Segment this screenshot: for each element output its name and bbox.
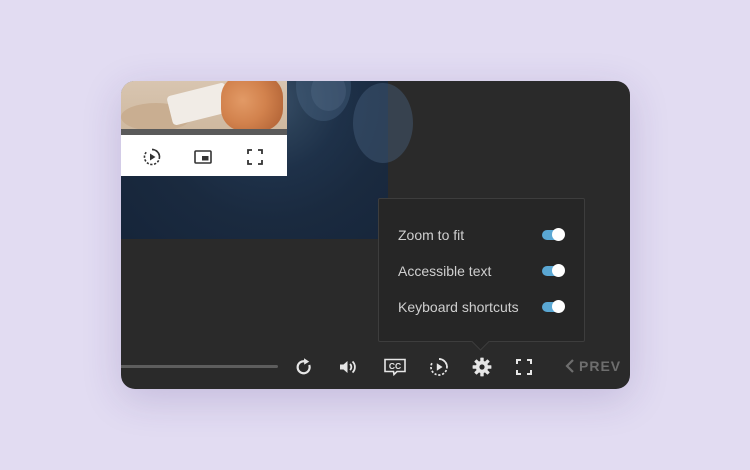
replay-button[interactable] — [293, 356, 315, 378]
mini-fullscreen-button[interactable] — [245, 147, 265, 167]
picture-in-picture-button[interactable] — [193, 147, 213, 167]
toggle-knob — [552, 228, 565, 241]
prev-label: PREV — [579, 358, 622, 374]
fullscreen-icon — [516, 359, 532, 375]
mini-player-thumbnail[interactable] — [121, 81, 287, 129]
setting-label: Zoom to fit — [398, 227, 465, 243]
video-player: Zoom to fit Accessible text Keyboard sho… — [121, 81, 630, 389]
playback-speed-button[interactable] — [428, 356, 450, 378]
setting-keyboard-shortcuts[interactable]: Keyboard shortcuts — [398, 297, 568, 317]
settings-button[interactable] — [471, 356, 493, 378]
mini-player-controls — [121, 139, 287, 175]
setting-label: Accessible text — [398, 263, 492, 279]
setting-zoom-to-fit[interactable]: Zoom to fit — [398, 225, 568, 245]
volume-button[interactable] — [337, 356, 359, 378]
seek-bar[interactable] — [121, 365, 278, 368]
control-bar: CC PREV — [121, 351, 630, 381]
toggle-knob — [552, 264, 565, 277]
setting-accessible-text[interactable]: Accessible text — [398, 261, 568, 281]
mini-player — [121, 81, 287, 176]
playback-speed-icon — [143, 148, 161, 166]
accessible-text-toggle[interactable] — [542, 264, 565, 277]
fullscreen-icon — [247, 149, 263, 165]
thumbnail-shape — [221, 81, 283, 129]
replay-icon — [296, 358, 311, 375]
zoom-to-fit-toggle[interactable] — [542, 228, 565, 241]
chevron-left-icon — [565, 359, 574, 373]
svg-text:CC: CC — [389, 361, 401, 371]
setting-label: Keyboard shortcuts — [398, 299, 519, 315]
video-bokeh — [353, 83, 413, 163]
keyboard-shortcuts-toggle[interactable] — [542, 300, 565, 313]
mini-player-progress-bar[interactable] — [121, 129, 287, 135]
prev-button[interactable]: PREV — [565, 355, 621, 377]
mini-playback-speed-button[interactable] — [142, 147, 162, 167]
volume-icon — [340, 360, 356, 374]
settings-gear-icon — [472, 357, 492, 377]
picture-in-picture-icon — [194, 150, 212, 164]
settings-menu: Zoom to fit Accessible text Keyboard sho… — [378, 198, 585, 342]
playback-speed-icon — [430, 358, 448, 376]
closed-captions-button[interactable]: CC — [382, 356, 408, 378]
fullscreen-button[interactable] — [513, 356, 535, 378]
toggle-knob — [552, 300, 565, 313]
closed-captions-icon: CC — [384, 358, 406, 377]
